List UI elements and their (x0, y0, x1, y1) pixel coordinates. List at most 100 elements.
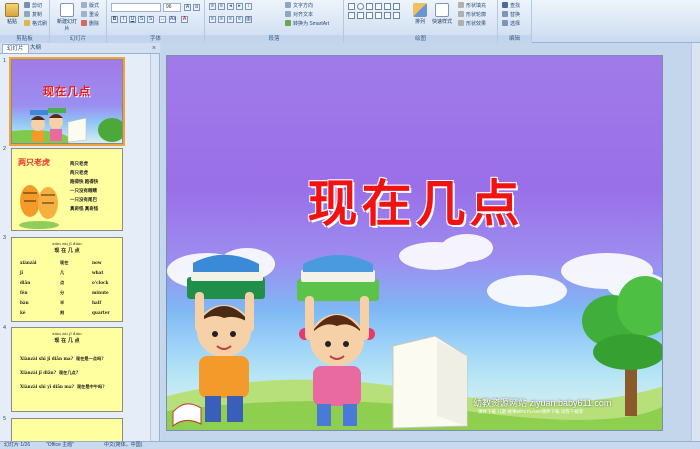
new-slide-icon (60, 3, 74, 17)
vocab-cell: what (92, 270, 104, 275)
select-button[interactable]: 选择 (502, 20, 520, 28)
bullets-icon[interactable]: ≡ (209, 3, 216, 10)
slide-thumbnail-5[interactable] (11, 418, 123, 441)
line-spacing-icon[interactable]: ↕ (245, 3, 252, 10)
shape-effects-button[interactable]: 形状效果 (458, 20, 486, 28)
layout-icon (81, 2, 87, 8)
arrange-button[interactable]: 排列 (410, 2, 430, 32)
heart-shape-icon[interactable] (384, 12, 391, 19)
shape-outline-button[interactable]: 形状轮廓 (458, 11, 486, 19)
cut-button[interactable]: 剪切 (24, 2, 42, 10)
find-button[interactable]: 查找 (502, 2, 520, 10)
italic-icon[interactable]: I (120, 16, 127, 23)
oval-shape-icon[interactable] (357, 3, 364, 10)
shrink-font-icon[interactable]: a (193, 4, 200, 11)
vocab-row: fēn 分 minute (20, 288, 118, 298)
triangle-shape-icon[interactable] (384, 3, 391, 10)
font-color-icon[interactable]: A (181, 16, 188, 23)
reset-icon (81, 11, 87, 17)
paragraph-group-label: 段落 (205, 35, 343, 43)
change-case-icon[interactable]: Aa (169, 16, 176, 23)
format-painter-button[interactable]: 格式刷 (24, 20, 47, 28)
tigers-illustration: 两只老虎 (18, 157, 59, 229)
increase-indent-icon[interactable]: ▸ (236, 3, 243, 10)
align-right-icon[interactable]: ≡ (227, 16, 234, 23)
drawing-group-label: 绘图 (344, 35, 497, 43)
slide-thumbnail-1[interactable]: 现在几点 (9, 57, 125, 146)
slide-thumbnail-4[interactable]: xiàn zài jǐ diǎn 现 在 几 点 Xiànzài shì jǐ … (11, 327, 123, 412)
status-bar: 幻灯片 1/26 "Office 主题" 中文(简体，中国) (0, 441, 700, 449)
vocab-cell: minute (92, 290, 109, 295)
replace-button[interactable]: 替换 (502, 11, 520, 19)
new-slide-button[interactable]: 新建幻灯片 (55, 2, 79, 32)
char-spacing-icon[interactable]: ↔ (159, 16, 166, 23)
paste-icon (5, 3, 19, 17)
copy-button[interactable]: 复制 (24, 11, 42, 19)
brush-icon (24, 20, 30, 26)
underline-icon[interactable]: U (129, 16, 136, 23)
more-shapes-icon[interactable] (393, 12, 400, 19)
dialogue-line: Xiànzài shì jǐ diǎn ma? 现在是一点吗? (20, 356, 104, 361)
vocab-cell: 几 (60, 270, 65, 275)
vocab-cell: bàn (20, 300, 29, 305)
font-name-box[interactable] (111, 3, 161, 12)
reset-button[interactable]: 重设 (81, 11, 99, 19)
rectangle-shape-icon[interactable] (348, 3, 355, 10)
clipboard-group: 粘贴 剪切 复制 格式刷 剪贴板 (0, 0, 50, 43)
shape-fill-button[interactable]: 形状填充 (458, 2, 486, 10)
clipboard-group-label: 剪贴板 (0, 35, 49, 43)
align-text-button[interactable]: 对齐文本 (285, 11, 313, 19)
delete-slide-button[interactable]: 删除 (81, 20, 99, 28)
smartart-button[interactable]: 转换为 SmartArt (285, 20, 329, 28)
brace-shape-icon[interactable] (375, 12, 382, 19)
thumbnail-list: 1 现在几点 2 两只老虎 两只老虎 两只老虎 跑得快 跑得快 一只没有眼睛 一… (0, 54, 160, 441)
vocab-cell: now (92, 260, 102, 265)
bold-icon[interactable]: B (111, 16, 118, 23)
quick-styles-button[interactable]: 快速样式 (430, 2, 454, 32)
curve-shape-icon[interactable] (357, 12, 364, 19)
slide-thumbnail-3[interactable]: xiàn zài jǐ diǎn 现 在 几 点 xiànzài 现在 now jǐ 几… (11, 237, 123, 322)
line-shape-icon[interactable] (366, 3, 373, 10)
font-size-box[interactable]: 96 (163, 3, 181, 12)
grow-font-icon[interactable]: A (184, 4, 191, 11)
shadow-icon[interactable]: S (147, 16, 154, 23)
quick-styles-icon (435, 3, 449, 17)
align-center-icon[interactable]: ≡ (218, 16, 225, 23)
columns-icon[interactable]: ▥ (245, 16, 252, 23)
textbox-shape-icon[interactable] (348, 12, 355, 19)
thumb-lyrics: 两只老虎 两只老虎 跑得快 跑得快 一只没有眼睛 一只没有尾巴 真奇怪 真奇怪 (70, 161, 99, 211)
callout-shape-icon[interactable] (366, 12, 373, 19)
layout-button[interactable]: 版式 (81, 2, 99, 10)
font-group-label: 字体 (107, 35, 204, 43)
text-direction-button[interactable]: 文字方向 (285, 2, 313, 10)
slide-thumbnail-2[interactable]: 两只老虎 两只老虎 两只老虎 跑得快 跑得快 一只没有眼睛 一只没有尾巴 真奇怪… (11, 148, 123, 231)
slide-canvas[interactable]: 现在几点 幼教资源网站 ziyuan.baby611.com 课件下载 儿歌 故… (166, 55, 663, 431)
strikethrough-icon[interactable]: S (138, 16, 145, 23)
close-icon[interactable]: × (152, 44, 156, 53)
vocab-cell: 现在 (60, 260, 69, 265)
slide-number: 1 (3, 58, 7, 64)
watermark-subtitle: 课件下载 儿歌 故事MP3 FLASH课件下载 试卷下载等 (478, 409, 584, 414)
slides-pane: 幻灯片 大纲 × 1 现在几点 2 两只老虎 两只老虎 两只老虎 跑得快 跑得快… (0, 43, 160, 441)
align-left-icon[interactable]: ≡ (209, 16, 216, 23)
justify-icon[interactable]: ≡ (236, 16, 243, 23)
tab-outline[interactable]: 大纲 (26, 44, 45, 53)
tab-slides[interactable]: 幻灯片 (2, 44, 29, 53)
vocab-cell: jǐ (20, 270, 24, 275)
paste-button[interactable]: 粘贴 (2, 2, 22, 32)
thumbnail-scrollbar[interactable] (150, 54, 159, 441)
fill-bucket-icon (458, 2, 464, 8)
vocab-cell: 点 (60, 280, 65, 285)
slide-scrollbar[interactable] (691, 43, 700, 441)
vocab-row: diǎn 点 o'clock (20, 278, 118, 288)
ribbon: 粘贴 剪切 复制 格式刷 剪贴板 新建幻灯片 版式 重设 删除 幻灯片 96 A… (0, 0, 700, 43)
slide-title[interactable]: 现在几点 (167, 164, 662, 236)
delete-icon (81, 20, 87, 26)
decrease-indent-icon[interactable]: ◂ (227, 3, 234, 10)
vocab-cell: xiànzài (20, 260, 37, 265)
star-shape-icon[interactable] (393, 3, 400, 10)
dialogue-lines: Xiànzài shì jǐ diǎn ma? 现在是一点吗? Xiànzài … (20, 352, 120, 394)
vocab-row: jǐ 几 what (20, 268, 118, 278)
numbering-icon[interactable]: ≡ (218, 3, 225, 10)
arrow-shape-icon[interactable] (375, 3, 382, 10)
